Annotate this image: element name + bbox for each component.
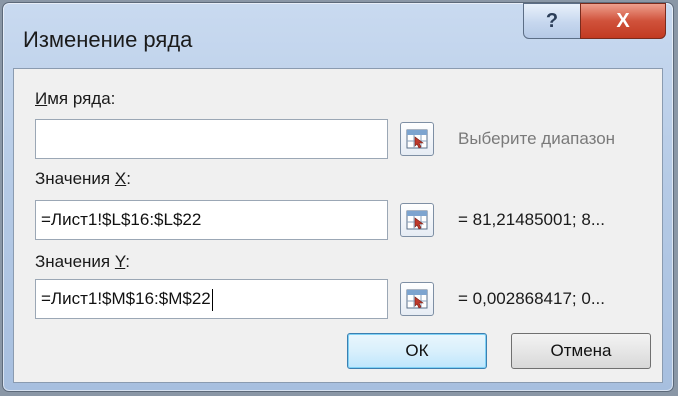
y-values-input[interactable]: =Лист1!$M$16:$M$22 [35, 279, 388, 319]
close-icon: X [616, 9, 630, 32]
range-select-icon [406, 289, 428, 309]
text-caret [211, 288, 213, 311]
x-values-preview: = 81,21485001; 8... [458, 210, 605, 229]
cancel-button[interactable]: Отмена [511, 333, 651, 369]
help-icon: ? [545, 9, 559, 32]
series-name-hint: Выберите диапазон [458, 129, 616, 148]
x-values-range-button[interactable] [400, 203, 434, 237]
y-values-label: Значения Y: [35, 252, 131, 271]
y-values-range-button[interactable] [400, 282, 434, 316]
series-name-range-button[interactable] [400, 122, 434, 156]
dialog-title: Изменение ряда [23, 27, 193, 52]
x-values-input[interactable]: =Лист1!$L$16:$L$22 [35, 200, 388, 240]
x-values-label: Значения X: [35, 169, 131, 188]
range-select-icon [406, 129, 428, 149]
series-name-label: Имя ряда: [35, 89, 116, 108]
y-values-preview: = 0,002868417; 0... [458, 289, 605, 308]
range-select-icon [406, 210, 428, 230]
ok-button[interactable]: ОК [347, 333, 487, 369]
series-name-input[interactable] [35, 119, 388, 159]
help-button[interactable]: ? [523, 3, 581, 39]
dialog-body: Имя ряда: Выберите диапазон Значения X: … [13, 68, 663, 383]
dialog-window: Изменение ряда ? X Имя ряда: Выберите ди… [2, 2, 674, 392]
close-button[interactable]: X [580, 3, 666, 39]
